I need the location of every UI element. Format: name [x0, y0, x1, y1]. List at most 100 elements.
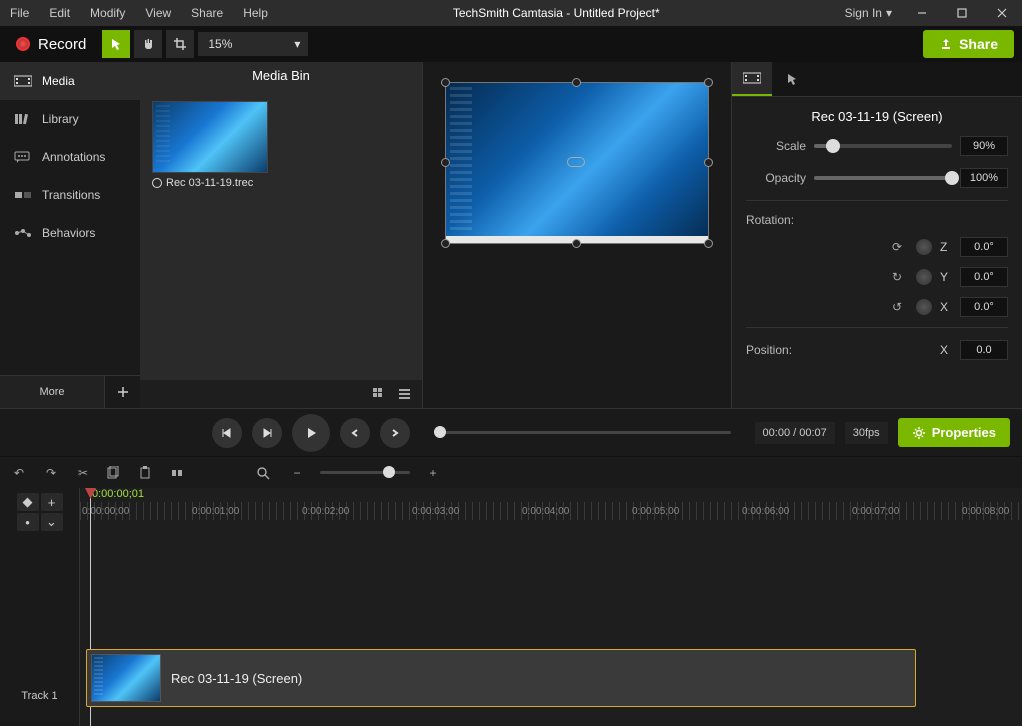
add-button[interactable]: [104, 376, 140, 408]
close-button[interactable]: [982, 0, 1022, 26]
cut-button[interactable]: ✂: [74, 466, 92, 480]
prev-clip-button[interactable]: [340, 418, 370, 448]
properties-tab-cursor[interactable]: [772, 62, 812, 96]
grid-view-button[interactable]: [368, 384, 390, 404]
timeline: ◆ + • ⌄ Track 1 0:00:00;01 0:00:00;00 0:…: [0, 488, 1022, 726]
menu-share[interactable]: Share: [181, 2, 233, 24]
more-button[interactable]: More: [0, 376, 104, 408]
film-icon: [743, 71, 761, 85]
rotation-z-value[interactable]: 0.0°: [960, 237, 1008, 257]
menu-modify[interactable]: Modify: [80, 2, 135, 24]
media-item-label: Rec 03-11-19.trec: [166, 177, 253, 189]
menu-file[interactable]: File: [0, 2, 39, 24]
resize-handle-tl[interactable]: [441, 78, 450, 87]
timeline-tracks-area[interactable]: 0:00:00;01 0:00:00;00 0:00:01;00 0:00:02…: [80, 488, 1022, 726]
behaviors-icon: [14, 226, 32, 240]
select-tool[interactable]: [102, 30, 130, 58]
window-controls: [902, 0, 1022, 26]
media-item[interactable]: Rec 03-11-19.trec: [152, 101, 268, 193]
sidebar-item-media[interactable]: Media: [0, 62, 140, 100]
resize-handle-mr[interactable]: [704, 158, 713, 167]
resize-handle-tr[interactable]: [704, 78, 713, 87]
media-bin-footer: [140, 380, 422, 408]
zoom-slider-thumb[interactable]: [383, 466, 395, 478]
play-button[interactable]: [292, 414, 330, 452]
media-item-label-row: Rec 03-11-19.trec: [152, 173, 268, 193]
track-marker-button[interactable]: ◆: [17, 493, 39, 511]
copy-button[interactable]: [106, 466, 124, 480]
sidebar-item-label: Library: [42, 112, 79, 126]
sidebar-bottom: More: [0, 375, 140, 408]
track-indicator-button[interactable]: •: [17, 513, 39, 531]
list-view-button[interactable]: [394, 384, 416, 404]
properties-tab-visual[interactable]: [732, 62, 772, 96]
timeline-clip[interactable]: Rec 03-11-19 (Screen): [86, 649, 916, 707]
record-button[interactable]: Record: [8, 32, 94, 57]
ruler-labels: 0:00:00;00 0:00:01;00 0:00:02;00 0:00:03…: [80, 506, 1022, 520]
opacity-value[interactable]: 100%: [960, 168, 1008, 188]
rotate-y-icon: ↻: [892, 270, 908, 284]
crop-tool[interactable]: [166, 30, 194, 58]
menu-help[interactable]: Help: [233, 2, 278, 24]
share-button[interactable]: Share: [923, 30, 1014, 58]
rotation-z-dial[interactable]: [916, 239, 932, 255]
menu-edit[interactable]: Edit: [39, 2, 80, 24]
split-button[interactable]: [170, 466, 188, 480]
minimize-button[interactable]: [902, 0, 942, 26]
sidebar-item-library[interactable]: Library: [0, 100, 140, 138]
maximize-button[interactable]: [942, 0, 982, 26]
scrubber-thumb[interactable]: [434, 426, 446, 438]
rotate-x-icon: ↺: [892, 300, 908, 314]
rotation-y-value[interactable]: 0.0°: [960, 267, 1008, 287]
axis-x-label: X: [940, 343, 952, 357]
rotation-z-row: ⟳ Z 0.0°: [746, 237, 1008, 257]
collapse-tracks-button[interactable]: ⌄: [41, 513, 63, 531]
ruler-mark: 0:00:05;00: [632, 506, 679, 517]
zoom-fit-button[interactable]: [256, 466, 274, 480]
resize-handle-bm[interactable]: [572, 239, 581, 248]
zoom-select[interactable]: 15% ▾: [198, 32, 308, 56]
menu-view[interactable]: View: [135, 2, 181, 24]
playback-scrubber[interactable]: [434, 431, 731, 434]
axis-z-label: Z: [940, 240, 952, 254]
rotation-x-dial[interactable]: [916, 299, 932, 315]
canvas-area[interactable]: [422, 62, 732, 408]
rotate-handle[interactable]: [567, 157, 585, 167]
playback-time: 00:00 / 00:07: [755, 422, 835, 444]
rotation-label: Rotation:: [746, 213, 1008, 227]
sidebar-item-transitions[interactable]: Transitions: [0, 176, 140, 214]
prev-frame-button[interactable]: [212, 418, 242, 448]
resize-handle-ml[interactable]: [441, 158, 450, 167]
canvas-selection[interactable]: [445, 82, 709, 244]
scale-slider[interactable]: [814, 144, 952, 148]
timeline-zoom-slider[interactable]: [320, 471, 410, 474]
media-bin-content[interactable]: Rec 03-11-19.trec: [140, 89, 422, 380]
next-clip-button[interactable]: [380, 418, 410, 448]
redo-button[interactable]: ↷: [42, 466, 60, 480]
sidebar-item-annotations[interactable]: Annotations: [0, 138, 140, 176]
resize-handle-bl[interactable]: [441, 239, 450, 248]
sign-in-label: Sign In: [845, 6, 882, 20]
scale-row: Scale 90%: [746, 136, 1008, 156]
next-frame-button[interactable]: [252, 418, 282, 448]
sidebar-item-label: Media: [42, 74, 75, 88]
add-track-button[interactable]: +: [41, 493, 63, 511]
rotation-x-value[interactable]: 0.0°: [960, 297, 1008, 317]
sign-in-button[interactable]: Sign In ▾: [835, 2, 902, 24]
resize-handle-tm[interactable]: [572, 78, 581, 87]
position-x-value[interactable]: 0.0: [960, 340, 1008, 360]
zoom-out-button[interactable]: −: [288, 466, 306, 480]
media-icon: [14, 74, 32, 88]
track-name[interactable]: Track 1: [0, 666, 79, 726]
opacity-slider[interactable]: [814, 176, 952, 180]
zoom-in-button[interactable]: +: [424, 466, 442, 480]
undo-button[interactable]: ↶: [10, 466, 28, 480]
track-controls: ◆ + • ⌄: [0, 488, 79, 536]
resize-handle-br[interactable]: [704, 239, 713, 248]
pan-tool[interactable]: [134, 30, 162, 58]
properties-button[interactable]: Properties: [898, 418, 1010, 447]
sidebar-item-behaviors[interactable]: Behaviors: [0, 214, 140, 252]
scale-value[interactable]: 90%: [960, 136, 1008, 156]
paste-button[interactable]: [138, 466, 156, 480]
rotation-y-dial[interactable]: [916, 269, 932, 285]
